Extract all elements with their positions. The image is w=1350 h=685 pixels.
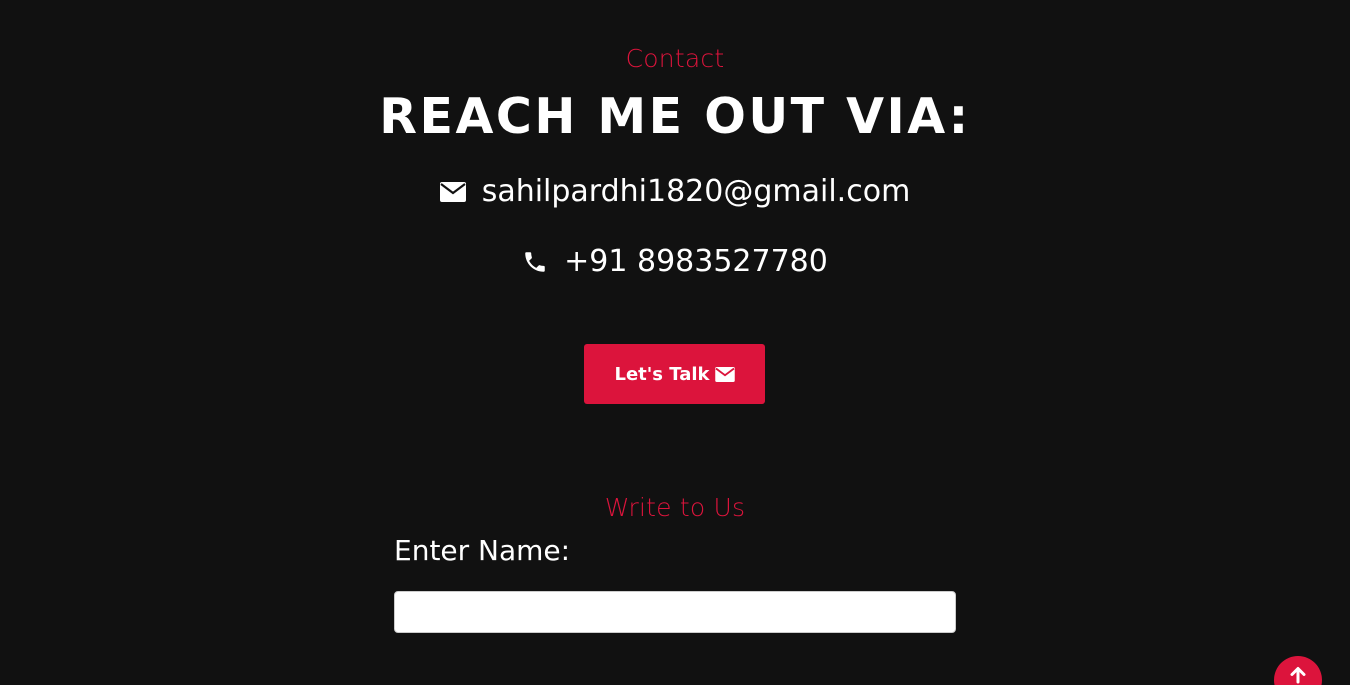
envelope-icon: [714, 366, 735, 382]
scroll-to-top-button[interactable]: [1274, 656, 1322, 685]
phone-icon: [522, 249, 548, 275]
contact-section-kicker: Contact: [625, 44, 725, 73]
phone-row: +91 8983527780: [0, 244, 1350, 279]
contact-page: Contact REACH ME OUT VIA: sahilpardhi182…: [0, 0, 1350, 685]
email-row: sahilpardhi1820@gmail.com: [0, 174, 1350, 209]
phone-number[interactable]: +91 8983527780: [564, 244, 828, 279]
arrow-up-icon: [1289, 666, 1307, 685]
name-input[interactable]: [394, 591, 956, 633]
email-address[interactable]: sahilpardhi1820@gmail.com: [482, 174, 911, 209]
lets-talk-button[interactable]: Let's Talk: [584, 344, 765, 404]
contact-heading: REACH ME OUT VIA:: [379, 88, 971, 145]
envelope-icon: [439, 181, 466, 202]
lets-talk-label: Let's Talk: [614, 363, 710, 385]
write-section-kicker: Write to Us: [604, 493, 746, 522]
name-field-label: Enter Name:: [394, 534, 571, 567]
